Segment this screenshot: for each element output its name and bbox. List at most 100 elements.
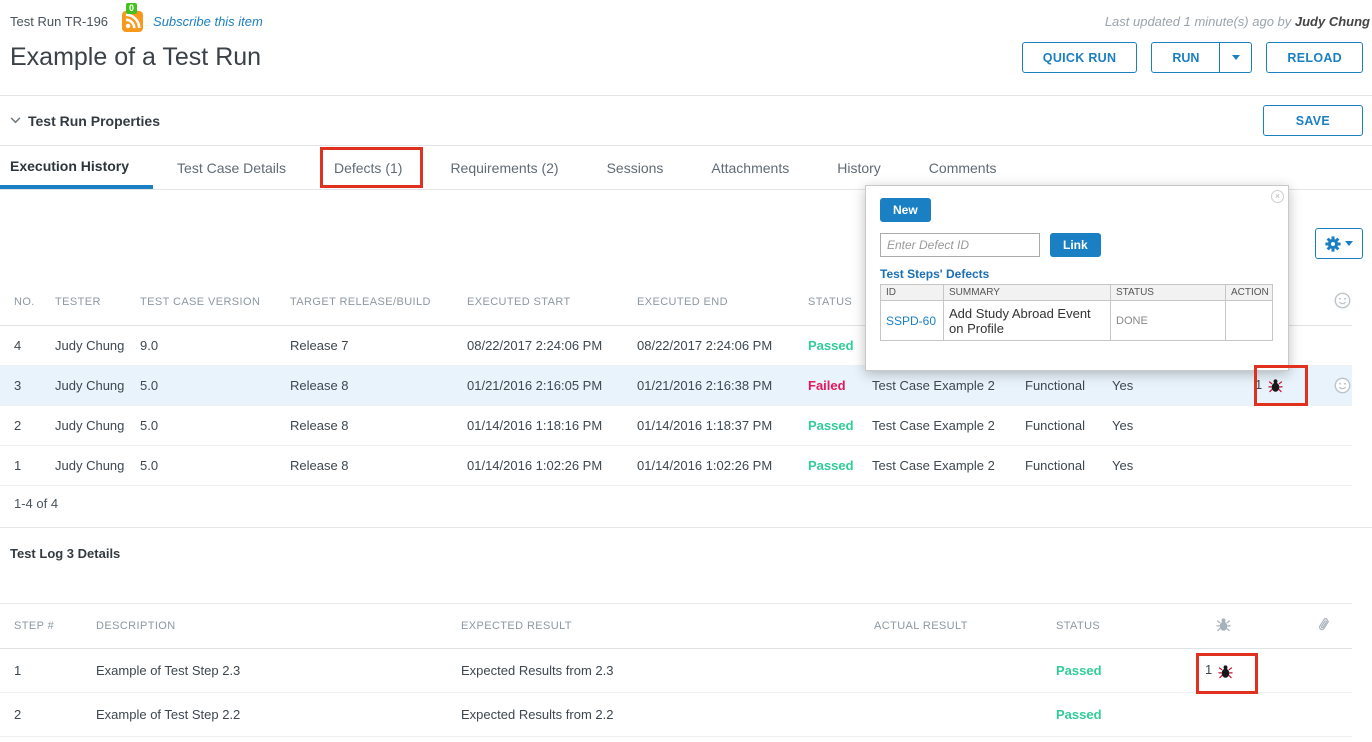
chevron-down-icon bbox=[10, 117, 21, 124]
col-attachments bbox=[1297, 604, 1352, 649]
cell-tester: Judy Chung bbox=[45, 445, 130, 485]
popup-col-id: ID bbox=[881, 285, 944, 301]
col-end: EXECUTED END bbox=[627, 280, 798, 325]
link-defect-button[interactable]: Link bbox=[1050, 233, 1101, 257]
cell-flag: Yes bbox=[1102, 445, 1235, 485]
cell-end: 01/14/2016 1:18:37 PM bbox=[627, 405, 798, 445]
defect-count[interactable]: 1 bbox=[1205, 662, 1212, 677]
defect-id-link[interactable]: SSPD-60 bbox=[886, 314, 936, 328]
cell-status: Passed bbox=[798, 405, 862, 445]
cell-comment[interactable] bbox=[1310, 365, 1352, 405]
tab-defects[interactable]: Defects (1) bbox=[310, 146, 426, 189]
cell-no: 3 bbox=[0, 365, 45, 405]
col-status: STATUS bbox=[1046, 604, 1191, 649]
smiley-icon bbox=[1334, 292, 1351, 309]
rss-icon bbox=[122, 11, 143, 32]
bug-icon[interactable] bbox=[1218, 664, 1233, 679]
cell-comment bbox=[1310, 405, 1352, 445]
last-updated-prefix: Last updated 1 minute(s) ago by bbox=[1105, 14, 1291, 29]
cell-tester: Judy Chung bbox=[45, 325, 130, 365]
col-expected: EXPECTED RESULT bbox=[451, 604, 864, 649]
col-defects bbox=[1191, 604, 1297, 649]
cell-test-case: Test Case Example 2 bbox=[862, 365, 1015, 405]
properties-bar: Test Run Properties SAVE bbox=[0, 95, 1372, 146]
col-status: STATUS bbox=[798, 280, 862, 325]
page: Test Run TR-196 0 Subscribe this item La… bbox=[0, 0, 1372, 742]
execution-row[interactable]: 1 Judy Chung 5.0 Release 8 01/14/2016 1:… bbox=[0, 445, 1352, 485]
popup-defect-row: SSPD-60 Add Study Abroad Event on Profil… bbox=[881, 301, 1273, 341]
cell-category: Functional bbox=[1015, 405, 1102, 445]
quick-run-button[interactable]: QUICK RUN bbox=[1022, 42, 1138, 73]
cell-comment bbox=[1310, 445, 1352, 485]
bug-icon[interactable] bbox=[1268, 378, 1283, 393]
save-button[interactable]: SAVE bbox=[1263, 105, 1363, 136]
cell-defects[interactable]: 1 bbox=[1235, 365, 1310, 405]
title-row: Example of a Test Run QUICK RUN RUN RELO… bbox=[10, 42, 1363, 73]
tab-sessions[interactable]: Sessions bbox=[583, 146, 688, 189]
col-version: TEST CASE VERSION bbox=[130, 280, 280, 325]
cell-step: 2 bbox=[0, 693, 86, 737]
cell-no: 2 bbox=[0, 405, 45, 445]
defect-id-input[interactable] bbox=[880, 233, 1040, 257]
tab-history[interactable]: History bbox=[813, 146, 905, 189]
reload-button[interactable]: RELOAD bbox=[1266, 42, 1363, 73]
new-defect-button[interactable]: New bbox=[880, 198, 931, 222]
cell-flag: Yes bbox=[1102, 365, 1235, 405]
cell-no: 4 bbox=[0, 325, 45, 365]
cell-start: 01/21/2016 2:16:05 PM bbox=[457, 365, 627, 405]
cell-end: 01/14/2016 1:02:26 PM bbox=[627, 445, 798, 485]
tab-attachments[interactable]: Attachments bbox=[687, 146, 813, 189]
cell-category: Functional bbox=[1015, 445, 1102, 485]
popup-col-status: STATUS bbox=[1111, 285, 1226, 301]
popup-cell-action bbox=[1226, 301, 1273, 341]
cell-release: Release 8 bbox=[280, 405, 457, 445]
cell-defects[interactable]: 1 bbox=[1191, 649, 1297, 693]
popup-col-summary: SUMMARY bbox=[944, 285, 1111, 301]
cell-start: 01/14/2016 1:02:26 PM bbox=[457, 445, 627, 485]
tab-execution-history[interactable]: Execution History bbox=[0, 146, 153, 189]
col-actual: ACTUAL RESULT bbox=[864, 604, 1046, 649]
popup-col-action: ACTION bbox=[1226, 285, 1273, 301]
last-updated-text: Last updated 1 minute(s) ago by Judy Chu… bbox=[1105, 14, 1370, 29]
properties-toggle[interactable]: Test Run Properties bbox=[10, 113, 160, 129]
chevron-down-icon bbox=[1345, 241, 1353, 246]
last-updated-user[interactable]: Judy Chung bbox=[1295, 14, 1370, 29]
rss-subscribe-icon[interactable]: 0 bbox=[122, 11, 143, 32]
execution-row[interactable]: 2 Judy Chung 5.0 Release 8 01/14/2016 1:… bbox=[0, 405, 1352, 445]
defect-count[interactable]: 1 bbox=[1255, 377, 1262, 392]
chevron-down-icon bbox=[1232, 55, 1240, 60]
cell-test-case: Test Case Example 2 bbox=[862, 405, 1015, 445]
cell-tester: Judy Chung bbox=[45, 365, 130, 405]
popup-cell-status: DONE bbox=[1111, 301, 1226, 341]
cell-status: Failed bbox=[798, 365, 862, 405]
test-step-row[interactable]: 2 Example of Test Step 2.2 Expected Resu… bbox=[0, 693, 1352, 737]
test-step-row[interactable]: 1 Example of Test Step 2.3 Expected Resu… bbox=[0, 649, 1352, 693]
cell-release: Release 8 bbox=[280, 445, 457, 485]
pagination: 1-4 of 4 bbox=[14, 496, 58, 511]
tab-comments[interactable]: Comments bbox=[905, 146, 1021, 189]
execution-row-selected[interactable]: 3 Judy Chung 5.0 Release 8 01/21/2016 2:… bbox=[0, 365, 1352, 405]
run-button[interactable]: RUN bbox=[1152, 43, 1219, 72]
header-buttons: QUICK RUN RUN RELOAD bbox=[1022, 42, 1363, 73]
cell-no: 1 bbox=[0, 445, 45, 485]
cell-version: 5.0 bbox=[130, 445, 280, 485]
run-dropdown-button[interactable] bbox=[1219, 43, 1251, 72]
page-title: Example of a Test Run bbox=[10, 43, 261, 72]
table-settings-button[interactable] bbox=[1315, 228, 1363, 259]
col-start: EXECUTED START bbox=[457, 280, 627, 325]
tab-requirements[interactable]: Requirements (2) bbox=[426, 146, 582, 189]
tab-test-case-details[interactable]: Test Case Details bbox=[153, 146, 310, 189]
col-release: TARGET RELEASE/BUILD bbox=[280, 280, 457, 325]
cell-test-case: Test Case Example 2 bbox=[862, 445, 1015, 485]
smiley-icon[interactable] bbox=[1334, 377, 1351, 394]
cell-flag: Yes bbox=[1102, 405, 1235, 445]
gear-icon bbox=[1325, 236, 1341, 252]
bug-icon bbox=[1216, 617, 1231, 632]
col-comment bbox=[1310, 280, 1352, 325]
close-icon[interactable]: × bbox=[1271, 190, 1284, 203]
cell-end: 01/21/2016 2:16:38 PM bbox=[627, 365, 798, 405]
cell-release: Release 8 bbox=[280, 365, 457, 405]
cell-tester: Judy Chung bbox=[45, 405, 130, 445]
subscribe-link[interactable]: Subscribe this item bbox=[153, 14, 263, 29]
cell-attachments bbox=[1297, 649, 1352, 693]
